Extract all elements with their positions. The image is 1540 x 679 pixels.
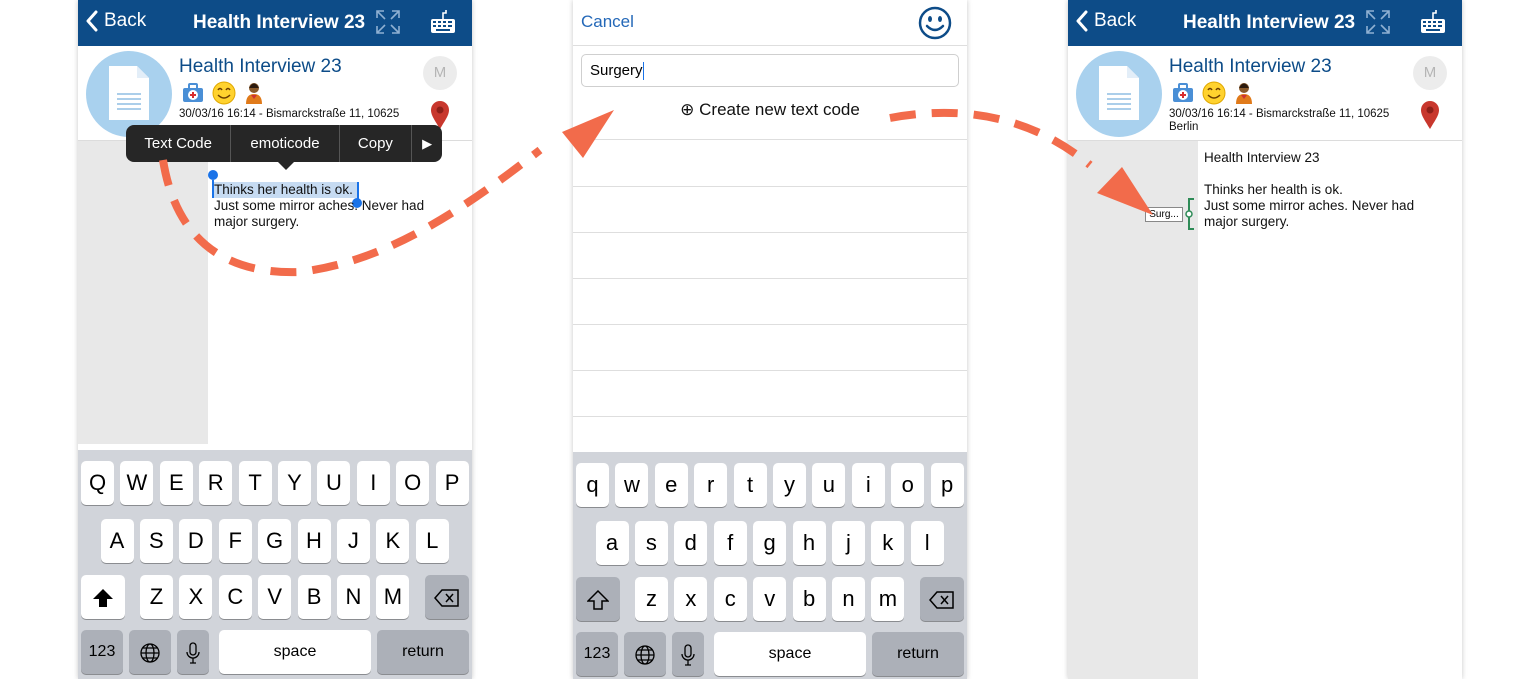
flow-arrow-1 xyxy=(159,146,543,277)
arrowhead-2 xyxy=(1097,167,1153,215)
arrowhead-1 xyxy=(562,110,614,158)
flow-arrows xyxy=(159,108,1153,277)
flow-arrow-2 xyxy=(889,108,1093,169)
